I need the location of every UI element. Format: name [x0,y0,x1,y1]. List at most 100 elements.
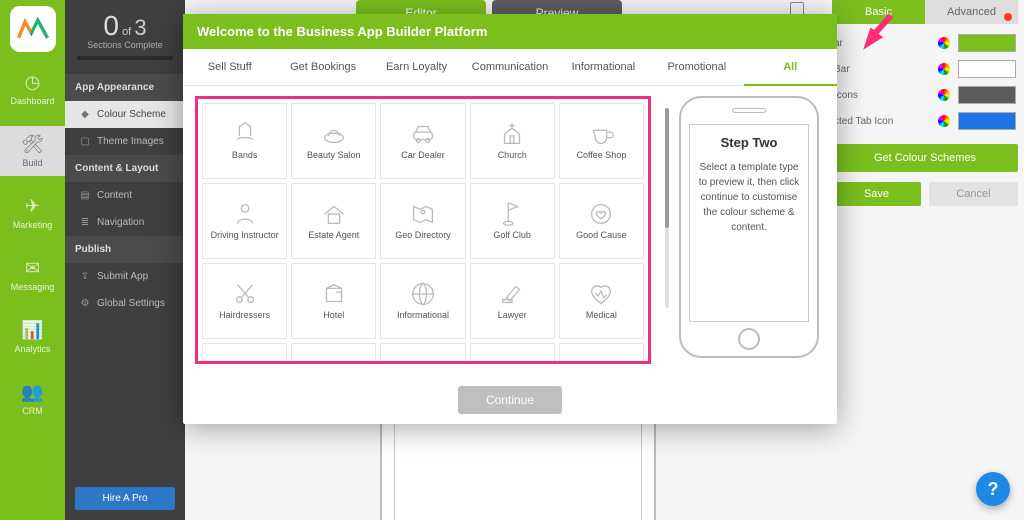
get-colour-schemes-button[interactable]: Get Colour Schemes [832,144,1018,172]
mode-tabs: Basic Advanced [832,0,1018,24]
template-coffee-shop[interactable]: Coffee Shop [559,103,644,179]
sb-header-appearance: App Appearance [65,74,185,101]
mode-advanced[interactable]: Advanced [925,0,1018,24]
template-informational[interactable]: Informational [380,263,465,339]
nav-rail: ◷Dashboard 🛠Build ✈Marketing ✉Messaging … [0,0,65,520]
sb-global-settings[interactable]: ⚙Global Settings [65,290,185,317]
rail-messaging[interactable]: ✉Messaging [0,250,65,300]
sb-theme-images[interactable]: ▢Theme Images [65,128,185,155]
colour-options-panel: Basic Advanced ar Bar Icons cted Tab Ico… [832,0,1018,206]
step-panel: Step Two Select a template type to previ… [673,96,825,380]
scrollbar[interactable] [665,108,669,308]
template-placeholder[interactable] [291,343,376,364]
phone-home-button-icon [738,328,760,350]
template-bands[interactable]: Bands [202,103,287,179]
sb-submit-app[interactable]: ⇪Submit App [65,263,185,290]
modal-tab-get-bookings[interactable]: Get Bookings [276,49,369,85]
template-placeholder[interactable] [470,343,555,364]
template-label: Lawyer [498,311,527,321]
swatch-0[interactable] [958,34,1016,52]
modal-tab-promotional[interactable]: Promotional [650,49,743,85]
step-body: Select a template type to preview it, th… [698,160,800,235]
cancel-button[interactable]: Cancel [929,182,1018,206]
progress-bar [77,56,173,60]
lawyer-icon [497,281,527,307]
continue-button[interactable]: Continue [458,386,562,414]
progress-done: 0 [103,10,119,41]
driving-instructor-icon [230,201,260,227]
help-fab[interactable]: ? [976,472,1010,506]
sb-navigation[interactable]: ≣Navigation [65,209,185,236]
template-medical[interactable]: Medical [559,263,644,339]
template-label: Geo Directory [395,231,451,241]
church-icon [497,121,527,147]
color-picker-icon[interactable] [938,115,950,127]
template-driving-instructor[interactable]: Driving Instructor [202,183,287,259]
template-hairdressers[interactable]: Hairdressers [202,263,287,339]
palette-icon: ◆ [79,109,91,120]
template-beauty-salon[interactable]: Beauty Salon [291,103,376,179]
annotation-dot [1004,13,1012,21]
rail-marketing[interactable]: ✈Marketing [0,188,65,238]
wrench-icon: 🛠 [0,134,65,155]
template-label: Church [498,151,527,161]
opt-row-3: cted Tab Icon [832,108,1018,134]
modal-tab-earn-loyalty[interactable]: Earn Loyalty [370,49,463,85]
template-estate-agent[interactable]: Estate Agent [291,183,376,259]
swatch-2[interactable] [958,86,1016,104]
rail-dashboard[interactable]: ◷Dashboard [0,64,65,114]
color-picker-icon[interactable] [938,37,950,49]
image-icon: ▢ [79,136,91,147]
template-geo-directory[interactable]: Geo Directory [380,183,465,259]
template-label: Estate Agent [308,231,359,241]
color-picker-icon[interactable] [938,63,950,75]
template-lawyer[interactable]: Lawyer [470,263,555,339]
rail-build[interactable]: 🛠Build [0,126,65,176]
modal-category-tabs: Sell StuffGet BookingsEarn LoyaltyCommun… [183,49,837,86]
template-placeholder[interactable] [559,343,644,364]
color-picker-icon[interactable] [938,89,950,101]
modal-tab-sell-stuff[interactable]: Sell Stuff [183,49,276,85]
template-label: Car Dealer [401,151,445,161]
step-phone-frame: Step Two Select a template type to previ… [679,96,819,358]
template-car-dealer[interactable]: Car Dealer [380,103,465,179]
modal-tab-all[interactable]: All [744,49,837,85]
good-cause-icon [586,201,616,227]
list-icon: ≣ [79,217,91,228]
template-label: Medical [586,311,617,321]
template-label: Hotel [323,311,344,321]
people-icon: 👥 [0,382,65,403]
template-church[interactable]: Church [470,103,555,179]
opt-row-2: Icons [832,82,1018,108]
template-good-cause[interactable]: Good Cause [559,183,644,259]
mode-basic[interactable]: Basic [832,0,925,24]
template-placeholder[interactable] [380,343,465,364]
geo-directory-icon [408,201,438,227]
rail-crm[interactable]: 👥CRM [0,374,65,424]
sb-header-publish: Publish [65,236,185,263]
template-hotel[interactable]: Hotel [291,263,376,339]
hairdressers-icon [230,281,260,307]
template-placeholder[interactable] [202,343,287,364]
phone-speaker-icon [732,108,766,113]
sb-colour-scheme[interactable]: ◆Colour Scheme [65,101,185,128]
modal-title: Welcome to the Business App Builder Plat… [183,14,837,49]
progress-subtitle: Sections Complete [71,40,179,50]
rail-analytics[interactable]: 📊Analytics [0,312,65,362]
chart-icon: 📊 [0,320,65,341]
template-grid[interactable]: BandsBeauty Salon Car Dealer Church Coffee … [195,96,651,364]
modal-tab-communication[interactable]: Communication [463,49,556,85]
step-heading: Step Two [698,135,800,150]
chat-icon: ✉ [0,258,65,279]
swatch-3[interactable] [958,112,1016,130]
save-button[interactable]: Save [832,182,921,206]
swatch-1[interactable] [958,60,1016,78]
gauge-icon: ◷ [0,72,65,93]
template-label: Hairdressers [219,311,270,321]
hire-a-pro-button[interactable]: Hire A Pro [75,487,175,510]
template-golf-club[interactable]: Golf Club [470,183,555,259]
rocket-icon: ✈ [0,196,65,217]
modal-tab-informational[interactable]: Informational [557,49,650,85]
sb-content[interactable]: ▤Content [65,182,185,209]
hotel-icon [319,281,349,307]
